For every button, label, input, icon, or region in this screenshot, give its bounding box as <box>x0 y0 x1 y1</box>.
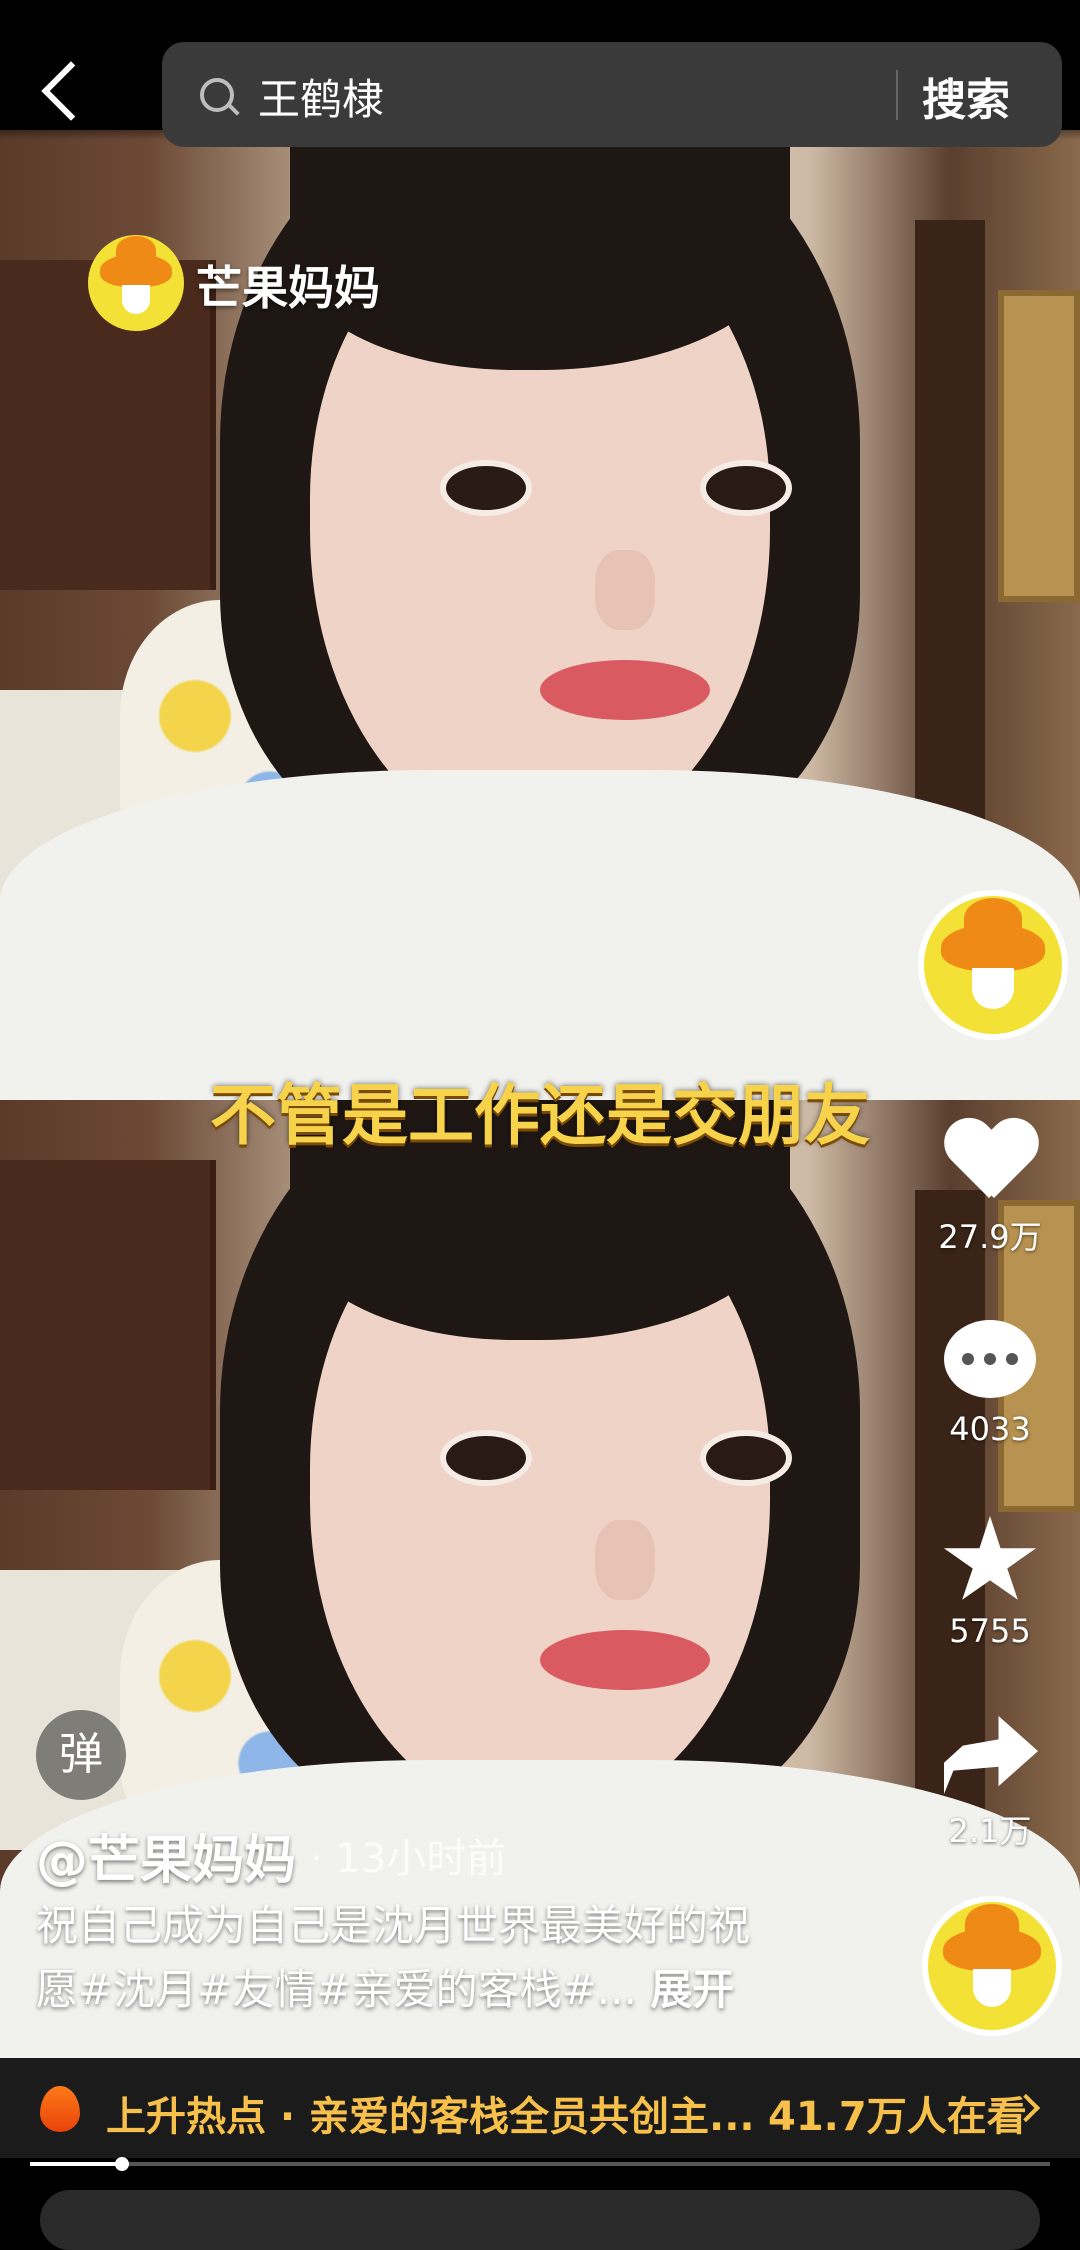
flame-icon <box>40 2086 80 2132</box>
share-count: 2.1万 <box>948 1812 1032 1850</box>
search-button[interactable]: 搜索 <box>922 64 1010 128</box>
danmaku-toggle[interactable]: 弹 <box>36 1710 126 1800</box>
comment-button[interactable]: 4033 <box>930 1310 1050 1448</box>
like-count: 27.9万 <box>938 1218 1042 1256</box>
star-icon <box>943 1516 1037 1600</box>
heart-icon <box>944 1120 1034 1200</box>
search-bar[interactable]: 王鹤棣 搜索 <box>162 42 1062 147</box>
share-button[interactable]: 2.1万 <box>930 1706 1050 1852</box>
post-time: · 13小时前 <box>310 1836 507 1882</box>
expand-caption-button[interactable]: 展开 <box>650 1965 734 2014</box>
caption-line-1: 祝自己成为自己是沈月世界最美好的祝 <box>36 1901 751 1950</box>
playback-progress[interactable] <box>30 2157 1050 2171</box>
hot-topic-title: 上升热点 · 亲爱的客栈全员共创主... <box>106 2094 755 2140</box>
hot-topic-watching: 41.7万人在看 <box>768 2094 1027 2140</box>
search-icon <box>200 78 234 112</box>
comment-icon <box>944 1320 1036 1398</box>
video-subtitle: 不管是工作还是交朋友 <box>210 1076 870 1154</box>
top-bar: 王鹤棣 搜索 <box>0 0 1080 147</box>
favorite-count: 5755 <box>949 1612 1031 1650</box>
progress-fill <box>30 2162 122 2166</box>
back-icon[interactable] <box>41 61 101 121</box>
watermark-account: 芒果妈妈 <box>196 261 380 315</box>
favorite-button[interactable]: 5755 <box>930 1512 1050 1650</box>
like-button[interactable]: 27.9万 <box>930 1112 1050 1258</box>
author-name[interactable]: @芒果妈妈 <box>36 1818 296 1893</box>
search-divider <box>896 70 898 120</box>
search-input[interactable]: 王鹤棣 <box>258 66 384 127</box>
bottom-bar <box>40 2190 1040 2250</box>
share-icon <box>944 1716 1038 1794</box>
comment-count: 4033 <box>949 1410 1031 1448</box>
video-caption: 祝自己成为自己是沈月世界最美好的祝 愿#沈月#友情#亲爱的客栈#... 展开 <box>36 1894 836 2022</box>
hot-topic-bar[interactable]: 上升热点 · 亲爱的客栈全员共创主... 41.7万人在看 <box>0 2058 1080 2158</box>
caption-line-2: 愿#沈月#友情#亲爱的客栈#... <box>36 1965 637 2014</box>
progress-handle[interactable] <box>114 2157 129 2171</box>
music-disc-avatar[interactable] <box>922 1896 1062 2036</box>
watermark-avatar <box>88 235 184 331</box>
author-avatar[interactable] <box>918 890 1068 1040</box>
